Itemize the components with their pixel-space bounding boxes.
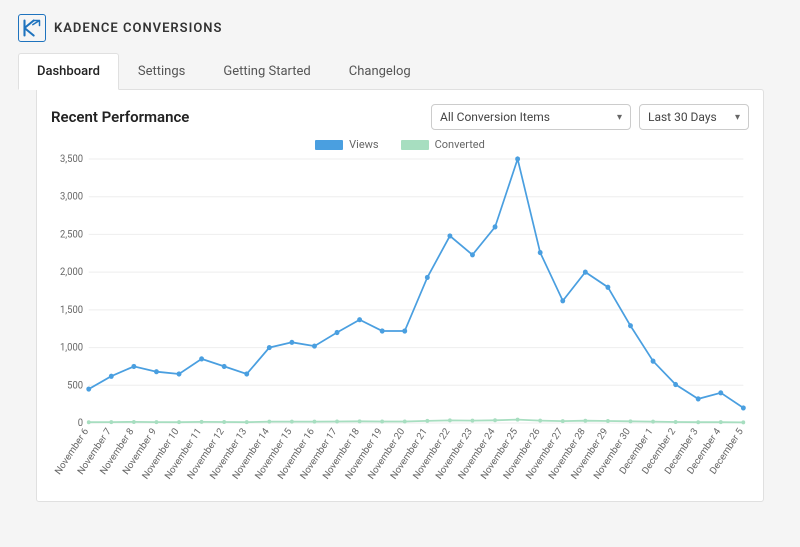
data-point (199, 356, 204, 361)
data-point (448, 418, 452, 422)
filter-controls: All Conversion Items ▾ Last 30 Days ▾ (431, 104, 749, 130)
data-point (131, 364, 136, 369)
svg-text:1,500: 1,500 (60, 305, 83, 316)
data-point (177, 371, 182, 376)
chevron-down-icon: ▾ (617, 112, 622, 123)
legend-label-converted: Converted (435, 138, 485, 151)
section-title: Recent Performance (51, 108, 189, 126)
series-line-converted (89, 420, 744, 423)
data-point (606, 419, 610, 423)
data-point (538, 419, 542, 423)
data-point (267, 420, 271, 424)
legend-item-converted[interactable]: Converted (401, 138, 485, 151)
chart-legend: Views Converted (51, 138, 749, 151)
data-point (313, 420, 317, 424)
data-point (447, 233, 452, 238)
performance-chart: 05001,0001,5002,0002,5003,0003,500Novemb… (51, 153, 749, 493)
data-point (358, 419, 362, 423)
data-point (222, 364, 227, 369)
data-point (741, 405, 746, 410)
data-point (109, 420, 113, 424)
legend-item-views[interactable]: Views (315, 138, 378, 151)
svg-text:3,000: 3,000 (60, 191, 83, 202)
data-point (674, 420, 678, 424)
chevron-down-icon: ▾ (735, 112, 740, 123)
data-point (425, 275, 430, 280)
data-point (402, 328, 407, 333)
data-point (403, 419, 407, 423)
legend-label-views: Views (349, 138, 378, 151)
data-point (335, 419, 339, 423)
data-point (357, 317, 362, 322)
data-point (267, 345, 272, 350)
data-point (629, 419, 633, 423)
data-point (109, 374, 114, 379)
conversion-items-selected: All Conversion Items (440, 110, 550, 124)
data-point (516, 418, 520, 422)
data-point (380, 328, 385, 333)
svg-text:1,000: 1,000 (60, 342, 83, 353)
data-point (719, 420, 723, 424)
svg-text:500: 500 (67, 380, 83, 391)
data-point (425, 419, 429, 423)
data-point (628, 323, 633, 328)
date-range-selected: Last 30 Days (648, 110, 717, 124)
dashboard-panel: Recent Performance All Conversion Items … (36, 89, 764, 502)
data-point (244, 371, 249, 376)
data-point (493, 224, 498, 229)
data-point (493, 418, 497, 422)
data-point (312, 343, 317, 348)
data-point (245, 420, 249, 424)
svg-text:2,500: 2,500 (60, 229, 83, 240)
data-point (651, 420, 655, 424)
legend-swatch-converted (401, 140, 429, 150)
data-point (470, 252, 475, 257)
data-point (132, 420, 136, 424)
data-point (560, 298, 565, 303)
brand-logo-icon (18, 14, 46, 42)
data-point (538, 250, 543, 255)
data-point (583, 419, 587, 423)
svg-text:3,500: 3,500 (60, 154, 83, 165)
data-point (290, 420, 294, 424)
data-point (154, 369, 159, 374)
tab-settings[interactable]: Settings (119, 53, 204, 89)
data-point (741, 420, 745, 424)
tab-changelog[interactable]: Changelog (330, 53, 430, 89)
data-point (561, 419, 565, 423)
date-range-select[interactable]: Last 30 Days ▾ (639, 104, 749, 130)
data-point (696, 420, 700, 424)
data-point (696, 396, 701, 401)
data-point (200, 420, 204, 424)
data-point (651, 359, 656, 364)
brand-name: KADENCE CONVERSIONS (54, 21, 222, 36)
data-point (515, 156, 520, 161)
data-point (222, 420, 226, 424)
data-point (335, 330, 340, 335)
data-point (583, 270, 588, 275)
data-point (605, 285, 610, 290)
data-point (673, 382, 678, 387)
svg-text:2,000: 2,000 (60, 267, 83, 278)
data-point (380, 419, 384, 423)
data-point (155, 420, 159, 424)
app-header: KADENCE CONVERSIONS (0, 0, 800, 52)
tab-dashboard[interactable]: Dashboard (18, 53, 119, 90)
data-point (471, 419, 475, 423)
tab-bar: DashboardSettingsGetting StartedChangelo… (18, 52, 782, 89)
data-point (86, 386, 91, 391)
data-point (87, 420, 91, 424)
data-point (289, 340, 294, 345)
tab-getting-started[interactable]: Getting Started (204, 53, 329, 89)
data-point (718, 390, 723, 395)
legend-swatch-views (315, 140, 343, 150)
conversion-items-select[interactable]: All Conversion Items ▾ (431, 104, 631, 130)
data-point (177, 420, 181, 424)
